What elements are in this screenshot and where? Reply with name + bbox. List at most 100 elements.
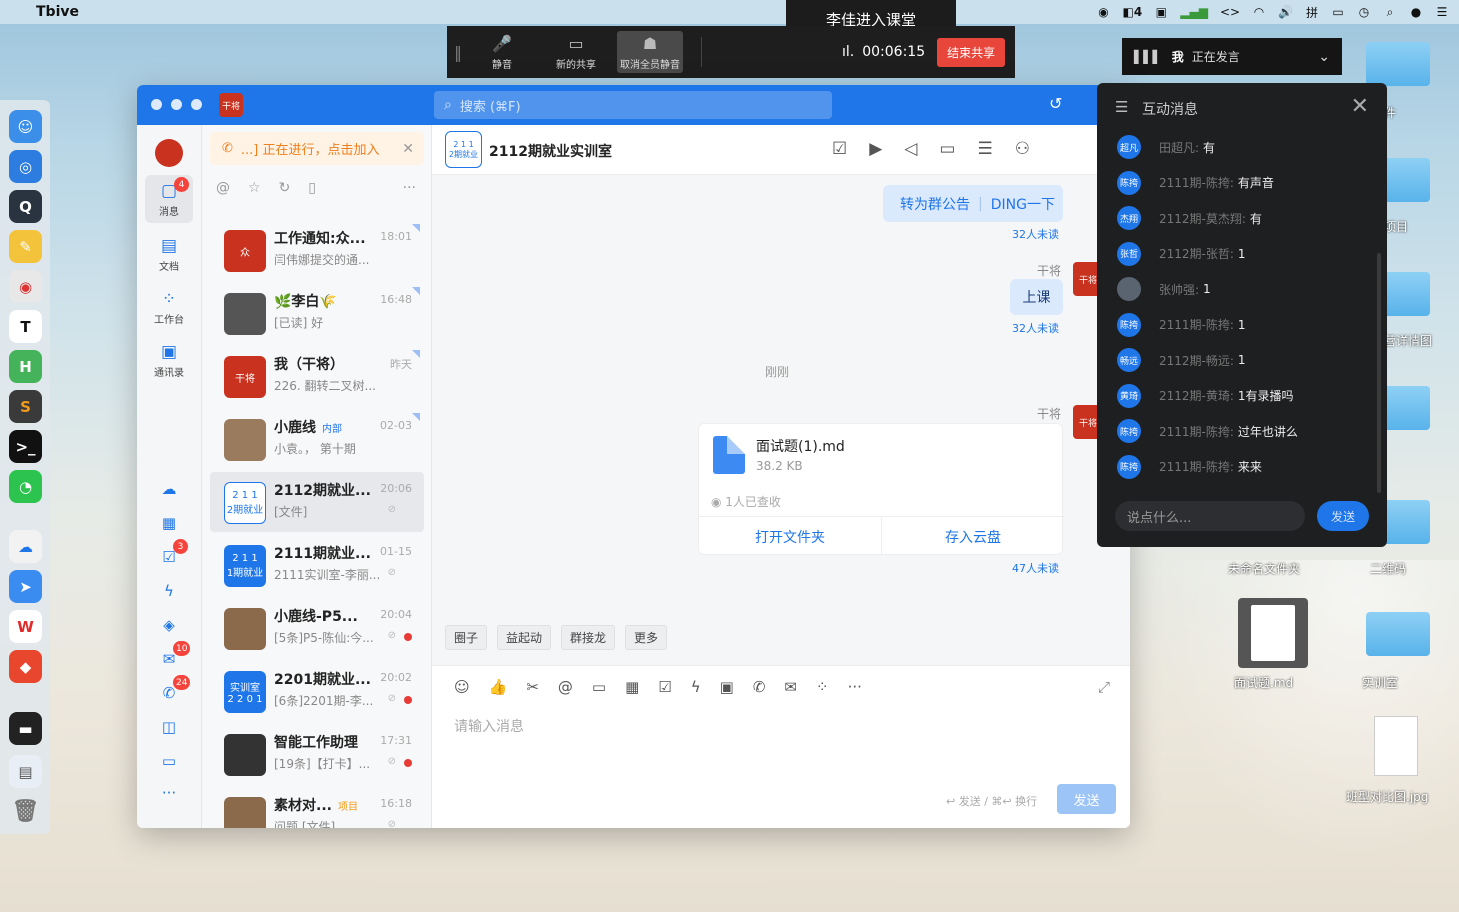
ding-icon[interactable]: ϟ	[157, 579, 181, 603]
menu-icon[interactable]: ☰	[1435, 5, 1449, 19]
menu-icon[interactable]: ☰	[1115, 98, 1128, 116]
folder-icon[interactable]	[1366, 612, 1430, 656]
history-icon[interactable]: ↺	[1049, 94, 1062, 113]
terminal-icon[interactable]: >_	[9, 430, 42, 463]
end-share-button[interactable]: 结束共享	[937, 37, 1006, 67]
baidu-pan-icon[interactable]: ☁	[9, 530, 42, 563]
quick-action-circle[interactable]: 圈子	[445, 625, 488, 650]
calendar-icon[interactable]: ▦	[625, 678, 639, 696]
phone-icon[interactable]: ✆ 24	[157, 675, 191, 705]
list-item[interactable]: 素材对... 项目 16:18 问题 [文件] ⊘	[210, 787, 424, 828]
stop-icon[interactable]: ◉	[1097, 5, 1111, 19]
group-name[interactable]: 2112期就业实训室	[489, 141, 612, 161]
new-share-button[interactable]: ▭ 新的共享	[543, 31, 609, 73]
org-logo[interactable]: 干将	[219, 93, 243, 117]
list-item[interactable]: 众工作通知:众... 18:01 闫伟娜提交的通...	[210, 220, 424, 280]
image-thumbnail[interactable]	[1374, 716, 1418, 776]
signal-icon[interactable]: ▂▄▆	[1180, 5, 1208, 19]
volume-icon[interactable]: 🔊	[1278, 5, 1293, 19]
hbuilder-icon[interactable]: H	[9, 350, 42, 383]
minimize-window-button[interactable]	[171, 99, 182, 110]
dingtalk-icon[interactable]: ➤	[9, 570, 42, 603]
panel-send-button[interactable]: 发送	[1317, 501, 1369, 531]
unread-count[interactable]: 47人未读	[1012, 560, 1059, 576]
emoji-icon[interactable]: ☺	[454, 678, 470, 696]
clock-icon[interactable]: ◷	[1357, 5, 1371, 19]
message-bubble[interactable]: 上课	[1010, 279, 1063, 315]
note-icon[interactable]: ◫	[157, 715, 181, 739]
mute-button[interactable]: 🎤 静音	[469, 31, 535, 73]
task-icon[interactable]: ☑	[832, 139, 847, 159]
notes-icon[interactable]: ✎	[9, 230, 42, 263]
task-icon[interactable]: ☑	[658, 678, 671, 696]
nav-messages[interactable]: ▢ 消息 4	[145, 175, 193, 223]
more-icon[interactable]: ···	[848, 678, 862, 696]
speaker-icon[interactable]: ◁	[904, 139, 917, 159]
panel-message-input[interactable]: 说点什么...	[1115, 501, 1305, 531]
thumbs-up-icon[interactable]: 👍	[489, 678, 508, 696]
more-icon[interactable]: ···	[157, 781, 181, 805]
add-member-icon[interactable]: ⚇	[1015, 139, 1030, 159]
search-icon[interactable]: ⌕	[1383, 5, 1397, 20]
unread-count[interactable]: 32人未读	[1012, 226, 1059, 242]
input-method-icon[interactable]: 拼	[1305, 4, 1319, 21]
avatar[interactable]	[155, 139, 183, 167]
quick-action-more[interactable]: 更多	[625, 625, 668, 650]
close-icon[interactable]: ✕	[402, 141, 414, 157]
group-avatar[interactable]: 2 1 1 2期就业	[445, 131, 482, 168]
speaker-indicator[interactable]: ▌▌▌ 我 正在发言 ⌄	[1122, 38, 1342, 75]
live-icon[interactable]: ▣	[720, 678, 734, 696]
wps-icon[interactable]: W	[9, 610, 42, 643]
list-item[interactable]: 实训室 2 2 0 1 2201期就业... 20:02 [6条]2201期-李...…	[210, 661, 424, 721]
ding-icon[interactable]: ϟ	[691, 678, 701, 696]
close-window-button[interactable]	[151, 99, 162, 110]
call-icon[interactable]: ✆	[753, 678, 766, 696]
mail-icon[interactable]: ✉	[784, 678, 797, 696]
chrome-icon[interactable]: ◉	[9, 270, 42, 303]
quick-action-relay[interactable]: 群接龙	[561, 625, 616, 650]
safari-icon[interactable]: ◎	[9, 150, 42, 183]
code-icon[interactable]: <>	[1220, 5, 1240, 19]
quick-action-charity[interactable]: 益起动	[497, 625, 552, 650]
ding-button[interactable]: DING一下	[991, 194, 1055, 214]
mail-icon[interactable]: ✉ 10	[157, 641, 191, 671]
menu-app-name[interactable]: Tbive	[36, 4, 79, 20]
star-icon[interactable]: ☆	[248, 180, 261, 196]
unread-count[interactable]: 32人未读	[1012, 320, 1059, 336]
set-announcement-button[interactable]: 转为群公告	[900, 194, 970, 214]
finder-icon[interactable]: ☺	[9, 110, 42, 143]
clipboard-icon[interactable]: ▯	[308, 180, 316, 196]
send-button[interactable]: 发送	[1057, 784, 1116, 814]
unmute-all-button[interactable]: ☗ 取消全员静音	[617, 31, 683, 73]
scissors-icon[interactable]: ✂	[526, 678, 539, 696]
more-icon[interactable]: ···	[403, 180, 416, 196]
search-input[interactable]: ⌕ 搜索 (⌘F)	[434, 91, 832, 119]
wechat-icon[interactable]: ▣	[1154, 5, 1168, 19]
nav-contacts[interactable]: ▣ 通讯录	[145, 336, 193, 384]
folder-icon[interactable]: ▭	[939, 139, 955, 159]
nav-workbench[interactable]: ⁘ 工作台	[145, 283, 193, 331]
battery-icon[interactable]: ▭	[1331, 5, 1345, 19]
drag-handle[interactable]: ‖	[447, 43, 469, 62]
file-message-card[interactable]: 面试题(1).md 38.2 KB ◉ 1人已查收 打开文件夹 存入云盘	[698, 423, 1064, 556]
list-item[interactable]: 🌿李白🌾 16:48 [已读] 好	[210, 283, 424, 343]
list-item[interactable]: 干将 我（干将） 昨天 226. 翻转二叉树...	[210, 346, 424, 406]
apps-icon[interactable]: ⁘	[816, 678, 829, 696]
wifi-icon[interactable]: ◠	[1252, 5, 1266, 19]
list-item[interactable]: 2 1 1 2期就业 2112期就业... 20:06 [文件] ⊘	[210, 472, 424, 532]
siri-icon[interactable]: ●	[1409, 5, 1423, 19]
expand-icon[interactable]: ⤢	[1098, 678, 1110, 696]
trash-icon[interactable]: 🗑	[9, 795, 42, 828]
open-folder-button[interactable]: 打开文件夹	[699, 517, 881, 556]
screen-recorder-icon[interactable]: ▬	[9, 712, 42, 745]
ongoing-meeting-banner[interactable]: ✆...] 正在进行，点击加入 ✕	[210, 132, 424, 165]
file-name[interactable]: 面试题(1).md	[756, 436, 845, 456]
chevron-down-icon[interactable]: ⌄	[1318, 49, 1330, 65]
folder-icon[interactable]	[1366, 42, 1430, 86]
file-thumbnail[interactable]	[1238, 598, 1308, 668]
list-item[interactable]: 2 1 1 1期就业 2111期就业... 01-15 2111实训室-李丽... ⊘	[210, 535, 424, 595]
save-to-cloud-button[interactable]: 存入云盘	[881, 517, 1064, 556]
wechat-dock-icon[interactable]: ◔	[9, 470, 42, 503]
sublime-icon[interactable]: S	[9, 390, 42, 423]
vpn-icon[interactable]: ◧4	[1123, 5, 1143, 19]
